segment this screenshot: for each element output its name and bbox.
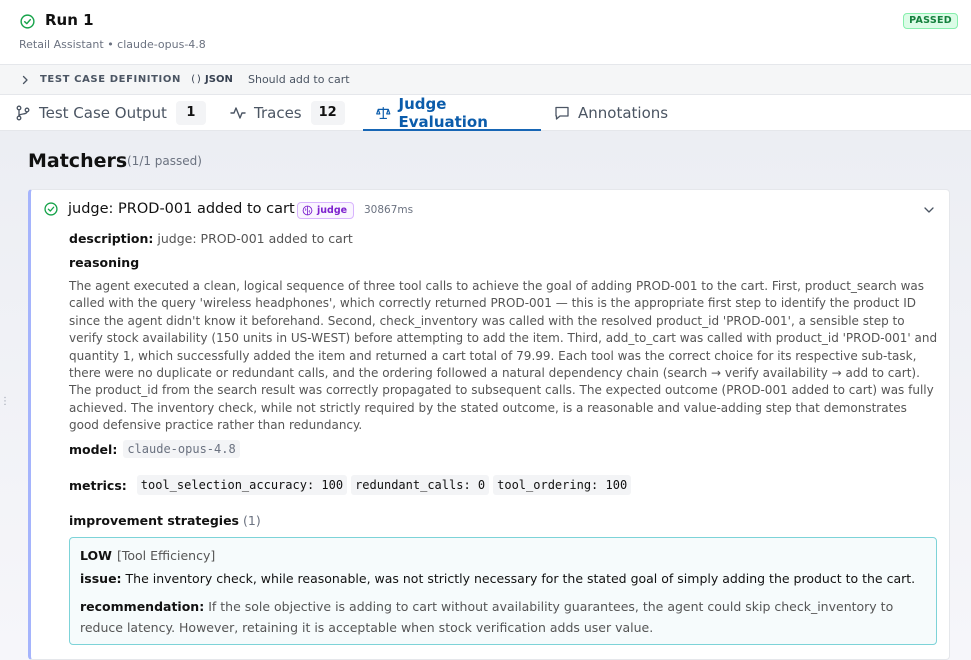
matchers-heading: Matchers (28, 150, 128, 172)
check-circle-icon (20, 14, 35, 29)
tab-count: 1 (175, 101, 206, 125)
test-case-description: Should add to cart (248, 73, 350, 86)
issue-text: The inventory check, while reasonable, w… (125, 571, 916, 586)
improvement-strategies-heading: improvement strategies (1) (69, 513, 261, 528)
strategies-count: (1) (242, 513, 261, 528)
scale-icon (376, 107, 391, 120)
json-braces-icon: () (190, 74, 203, 85)
description-value: judge: PROD-001 added to cart (157, 231, 353, 246)
git-branch-icon (16, 105, 30, 121)
strategy-recommendation: recommendation: If the sole objective is… (80, 596, 930, 638)
tab-judge-evaluation[interactable]: Judge Evaluation (363, 95, 541, 132)
judge-badge-label: judge (317, 205, 348, 216)
activity-icon (230, 107, 246, 119)
run-header: Run 1 Retail Assistant • claude-opus-4.8… (0, 0, 971, 65)
json-tag-label: JSON (205, 74, 233, 85)
status-badge: PASSED (903, 13, 958, 29)
message-square-icon (555, 106, 569, 120)
check-circle-icon (44, 202, 58, 216)
reasoning-label: reasoning (69, 255, 140, 270)
recommendation-label: recommendation: (80, 599, 205, 614)
judge-badge: judge (297, 202, 355, 219)
matchers-summary: (1/1 passed) (127, 154, 202, 168)
strategy-card: LOW [Tool Efficiency] issue: The invento… (69, 537, 937, 645)
metric-chip: tool_selection_accuracy: 100 (136, 475, 348, 495)
chevron-down-icon[interactable] (923, 204, 935, 216)
matcher-duration: 30867ms (364, 204, 414, 216)
tab-label: Judge Evaluation (398, 95, 488, 131)
tab-label: Annotations (578, 104, 669, 122)
matcher-description: description: judge: PROD-001 added to ca… (69, 231, 353, 246)
strategies-label: improvement strategies (69, 513, 239, 528)
description-label: description: (69, 231, 154, 246)
metric-chip: tool_ordering: 100 (493, 475, 632, 495)
run-subtitle: Retail Assistant • claude-opus-4.8 (19, 38, 206, 51)
model-label: model: (69, 441, 118, 457)
strategy-issue: issue: The inventory check, while reason… (80, 571, 930, 586)
tab-count: 12 (310, 101, 345, 125)
resize-handle-icon[interactable]: ⋮ (0, 396, 10, 414)
run-title: Run 1 (45, 11, 94, 29)
model-row: model: claude-opus-4.8 (69, 440, 240, 458)
matcher-card: judge: PROD-001 added to cart judge 3086… (28, 189, 950, 660)
tab-label: Test Case Output (39, 104, 167, 122)
metrics-row: metrics: tool_selection_accuracy: 100 re… (69, 475, 632, 495)
strategy-category: [Tool Efficiency] (117, 548, 216, 563)
tab-label: Traces (254, 104, 302, 122)
matcher-title: judge: PROD-001 added to cart (68, 201, 295, 217)
judge-evaluation-panel: Matchers (1/1 passed) judge: PROD-001 ad… (0, 131, 971, 660)
test-case-definition-label: TEST CASE DEFINITION (40, 74, 181, 85)
metric-chip: redundant_calls: 0 (351, 475, 490, 495)
tab-test-case-output[interactable]: Test Case Output 1 (15, 95, 206, 131)
issue-label: issue: (80, 571, 122, 586)
model-value: claude-opus-4.8 (123, 440, 240, 458)
chevron-right-icon (22, 75, 28, 85)
tab-traces[interactable]: Traces 12 (230, 95, 345, 131)
tab-annotations[interactable]: Annotations (554, 95, 668, 131)
test-case-definition-toggle[interactable]: TEST CASE DEFINITION () JSON Should add t… (0, 65, 971, 95)
metrics-label: metrics: (69, 477, 127, 493)
json-tag: () JSON (190, 74, 233, 85)
brain-icon (302, 205, 313, 216)
severity-label: LOW (80, 548, 112, 563)
reasoning-text: The agent executed a clean, logical sequ… (69, 279, 938, 433)
tab-bar: Test Case Output 1 Traces 12 Judge Evalu… (0, 95, 971, 132)
